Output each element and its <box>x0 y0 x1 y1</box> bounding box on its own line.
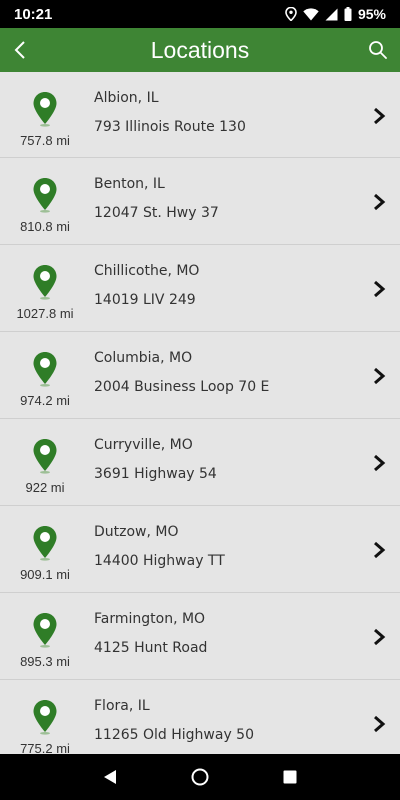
location-address: 3691 Highway 54 <box>94 466 217 482</box>
battery-percentage: 95% <box>357 6 386 22</box>
location-row[interactable]: 922 mi Curryville, MO 3691 Highway 54 <box>0 419 400 506</box>
map-pin-icon <box>32 264 58 300</box>
location-address: 11265 Old Highway 50 <box>94 727 254 743</box>
chevron-right-icon[interactable] <box>371 714 387 734</box>
location-row[interactable]: 895.3 mi Farmington, MO 4125 Hunt Road <box>0 593 400 680</box>
nav-recents-button[interactable] <box>270 757 310 797</box>
map-pin-icon <box>32 699 58 735</box>
location-address: 4125 Hunt Road <box>94 640 208 656</box>
location-distance: 922 mi <box>25 480 65 495</box>
map-pin-icon <box>32 177 58 213</box>
chevron-right-icon[interactable] <box>371 453 387 473</box>
location-address: 14019 LIV 249 <box>94 292 196 308</box>
chevron-right-icon[interactable] <box>371 540 387 560</box>
back-button[interactable] <box>0 28 40 72</box>
chevron-left-icon <box>14 41 25 59</box>
chevron-right-icon[interactable] <box>371 627 387 647</box>
nav-back-button[interactable] <box>90 757 130 797</box>
phone-screen: 10:21 95% Locations 757.8 mi Albion, IL … <box>0 0 400 800</box>
circle-home-icon <box>191 768 209 786</box>
location-address: 793 Illinois Route 130 <box>94 119 246 135</box>
system-nav-bar <box>0 754 400 800</box>
location-distance: 909.1 mi <box>20 567 70 582</box>
map-pin-icon <box>32 351 58 387</box>
wifi-icon <box>303 7 319 21</box>
location-distance: 775.2 mi <box>20 741 70 754</box>
location-row[interactable]: 909.1 mi Dutzow, MO 14400 Highway TT <box>0 506 400 593</box>
locations-list[interactable]: 757.8 mi Albion, IL 793 Illinois Route 130… <box>0 72 400 754</box>
square-recents-icon <box>283 770 297 784</box>
status-icons: 95% <box>285 6 386 22</box>
location-city: Albion, IL <box>94 90 159 106</box>
chevron-right-icon[interactable] <box>371 366 387 386</box>
triangle-back-icon <box>104 770 116 784</box>
location-address: 2004 Business Loop 70 E <box>94 379 270 395</box>
battery-icon <box>344 7 352 21</box>
location-distance: 895.3 mi <box>20 654 70 669</box>
location-status-icon <box>285 7 297 21</box>
location-address: 12047 St. Hwy 37 <box>94 205 219 221</box>
chevron-right-icon[interactable] <box>371 106 387 126</box>
map-pin-icon <box>32 612 58 648</box>
map-pin-icon <box>32 438 58 474</box>
chevron-right-icon[interactable] <box>371 192 387 212</box>
location-row[interactable]: 1027.8 mi Chillicothe, MO 14019 LIV 249 <box>0 245 400 332</box>
location-distance: 1027.8 mi <box>16 306 74 321</box>
location-address: 14400 Highway TT <box>94 553 225 569</box>
location-city: Flora, IL <box>94 698 150 714</box>
location-row[interactable]: 974.2 mi Columbia, MO 2004 Business Loop 7… <box>0 332 400 419</box>
location-city: Columbia, MO <box>94 350 193 366</box>
map-pin-icon <box>32 91 58 127</box>
page-title: Locations <box>150 36 250 63</box>
location-row[interactable]: 775.2 mi Flora, IL 11265 Old Highway 50 <box>0 680 400 754</box>
location-distance: 810.8 mi <box>20 219 70 234</box>
search-icon <box>369 41 387 59</box>
location-city: Curryville, MO <box>94 437 193 453</box>
location-row[interactable]: 810.8 mi Benton, IL 12047 St. Hwy 37 <box>0 158 400 245</box>
location-city: Benton, IL <box>94 176 165 192</box>
status-time: 10:21 <box>14 5 53 23</box>
location-city: Farmington, MO <box>94 611 206 627</box>
status-bar: 10:21 95% <box>0 0 400 28</box>
location-row[interactable]: 757.8 mi Albion, IL 793 Illinois Route 130 <box>0 72 400 158</box>
app-bar: Locations <box>0 28 400 72</box>
nav-home-button[interactable] <box>180 757 220 797</box>
search-button[interactable] <box>356 28 400 72</box>
location-city: Dutzow, MO <box>94 524 179 540</box>
map-pin-icon <box>32 525 58 561</box>
location-distance: 757.8 mi <box>20 133 70 148</box>
location-distance: 974.2 mi <box>20 393 70 408</box>
signal-icon <box>325 8 338 20</box>
chevron-right-icon[interactable] <box>371 279 387 299</box>
location-city: Chillicothe, MO <box>94 263 200 279</box>
